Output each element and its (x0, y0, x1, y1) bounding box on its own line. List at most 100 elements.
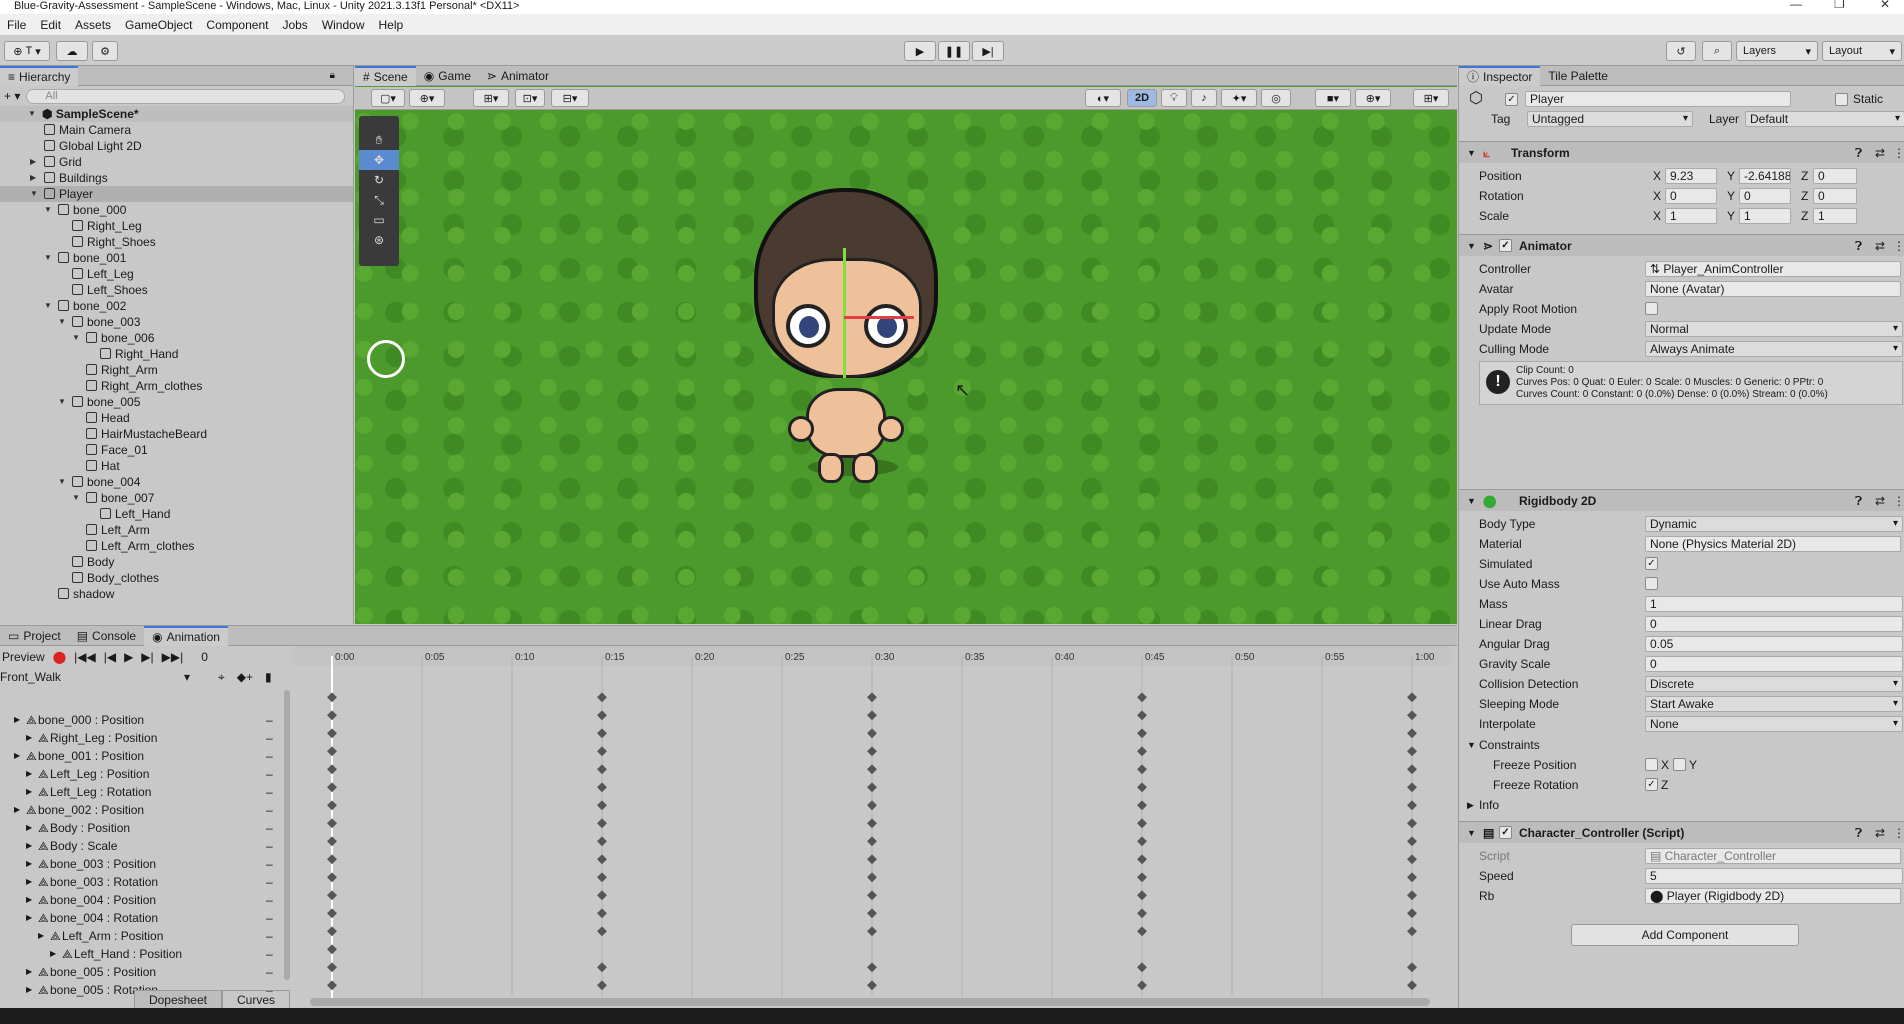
keyframe-marker[interactable] (867, 980, 877, 991)
search-icon[interactable]: ⌕ (1702, 41, 1732, 61)
chevron-right-icon[interactable]: ▶ (14, 801, 20, 819)
tab-animation[interactable]: ◉ Animation (144, 625, 228, 646)
rb-field[interactable]: ⬤ Player (Rigidbody 2D) (1645, 888, 1901, 904)
keyframe-marker[interactable] (327, 926, 337, 937)
minimize-icon[interactable]: — (1790, 0, 1802, 10)
keyframe-marker[interactable] (327, 728, 337, 739)
menu-help[interactable]: Help (372, 18, 411, 32)
static-checkbox[interactable] (1835, 93, 1848, 106)
animation-property-row[interactable]: ▶ ⟁ bone_000 : Position – (0, 711, 290, 729)
remove-icon[interactable]: – (266, 855, 273, 873)
chevron-right-icon[interactable]: ▶ (30, 170, 40, 186)
tab-game[interactable]: ◉ Game (416, 66, 479, 86)
next-key-icon[interactable]: ▶| (141, 650, 153, 664)
hierarchy-item[interactable]: Left_Arm (0, 522, 353, 538)
keyframe-marker[interactable] (867, 782, 877, 793)
animation-property-row[interactable]: ▶ ⟁ bone_002 : Position – (0, 801, 290, 819)
rot-z-field[interactable]: 0 (1813, 188, 1857, 204)
script-header[interactable]: ▼ ▤ ✓ Character_Controller (Script) ❓︎ ⇄… (1459, 821, 1904, 843)
remove-icon[interactable]: – (266, 765, 273, 783)
filter-icon[interactable]: ⌖ (218, 670, 225, 685)
freeze-rot-z-checkbox[interactable]: ✓ (1645, 778, 1658, 791)
keyframe-marker[interactable] (1407, 890, 1417, 901)
hierarchy-item[interactable]: ▼ bone_003 (0, 314, 353, 330)
scale-tool-icon[interactable]: ⤡ (359, 190, 399, 210)
menu-edit[interactable]: Edit (33, 18, 68, 32)
camera-icon[interactable]: ■▾ (1315, 89, 1351, 107)
hierarchy-item[interactable]: ▼ bone_007 (0, 490, 353, 506)
chevron-down-icon[interactable]: ▼ (1467, 822, 1476, 844)
snap-increment-icon[interactable]: ⊡▾ (515, 89, 545, 107)
rigidbody-field[interactable]: 0 (1645, 616, 1903, 632)
tab-animator[interactable]: ⋗ Animator (479, 66, 557, 86)
menu-file[interactable]: File (0, 18, 33, 32)
keyframe-marker[interactable] (1137, 890, 1147, 901)
add-icon[interactable]: + ▾ (4, 89, 20, 103)
rotate-tool-icon[interactable]: ↻ (359, 170, 399, 190)
keyframe-marker[interactable] (1407, 764, 1417, 775)
keyframe-marker[interactable] (1137, 728, 1147, 739)
animation-property-row[interactable]: ▶ ⟁ bone_003 : Position – (0, 855, 290, 873)
avatar-field[interactable]: None (Avatar) (1645, 281, 1901, 297)
menu-icon[interactable]: ⋮ (1893, 822, 1904, 844)
tab-tile-palette[interactable]: Tile Palette (1540, 66, 1616, 86)
chevron-down-icon[interactable]: ▼ (44, 202, 54, 218)
hierarchy-item[interactable]: ▶ Buildings (0, 170, 353, 186)
player-sprite[interactable] (748, 188, 944, 488)
animation-property-row[interactable]: ▶ ⟁ bone_004 : Position – (0, 891, 290, 909)
keyframe-marker[interactable] (1407, 746, 1417, 757)
record-icon[interactable]: ⬤ (53, 650, 66, 664)
keyframe-marker[interactable] (1137, 908, 1147, 919)
keyframe-marker[interactable] (597, 854, 607, 865)
mode-2d-button[interactable]: 2D (1127, 89, 1157, 107)
keyframe-marker[interactable] (327, 908, 337, 919)
keyframe-marker[interactable] (597, 980, 607, 991)
script-enabled-checkbox[interactable]: ✓ (1499, 826, 1512, 839)
keyframe-marker[interactable] (597, 710, 607, 721)
keyframe-marker[interactable] (597, 692, 607, 703)
speed-field[interactable]: 5 (1645, 868, 1903, 884)
culling-mode-dropdown[interactable]: Always Animate (1645, 341, 1903, 357)
close-icon[interactable]: ✕ (1880, 0, 1890, 10)
preset-icon[interactable]: ⇄ (1875, 142, 1885, 164)
transform-header[interactable]: ▼ ⟀ Transform ❓︎ ⇄ ⋮ (1459, 141, 1904, 163)
remove-icon[interactable]: – (266, 819, 273, 837)
hierarchy-search-input[interactable]: All (26, 88, 345, 104)
chevron-down-icon[interactable]: ▼ (72, 330, 82, 346)
keyframe-marker[interactable] (1407, 836, 1417, 847)
animation-property-row[interactable]: ▶ ⟁ bone_003 : Rotation – (0, 873, 290, 891)
hierarchy-item[interactable]: ▼ bone_005 (0, 394, 353, 410)
chevron-down-icon[interactable]: ▼ (44, 250, 54, 266)
keyframe-marker[interactable] (597, 836, 607, 847)
keyframe-marker[interactable] (327, 764, 337, 775)
lighting-icon[interactable]: 💡︎ (1161, 89, 1187, 107)
keyframe-marker[interactable] (327, 944, 337, 955)
frame-field[interactable]: 0 (201, 650, 208, 664)
hierarchy-item[interactable]: Global Light 2D (0, 138, 353, 154)
keyframe-marker[interactable] (1137, 782, 1147, 793)
rigidbody-header[interactable]: ▼ ⬤ Rigidbody 2D ❓︎ ⇄ ⋮ (1459, 489, 1904, 511)
property-scrollbar[interactable] (284, 690, 290, 980)
chevron-right-icon[interactable]: ▶ (38, 927, 44, 945)
curves-tab[interactable]: Curves (221, 990, 290, 1010)
pos-y-field[interactable]: -2.641883 (1739, 168, 1791, 184)
menu-icon[interactable]: ⋮ (1893, 490, 1904, 512)
rigidbody-dropdown[interactable]: Dynamic (1645, 516, 1903, 532)
chevron-right-icon[interactable]: ▶ (26, 891, 32, 909)
animation-property-row[interactable]: ▶ ⟁ Body : Position – (0, 819, 290, 837)
keyframe-marker[interactable] (867, 908, 877, 919)
animation-property-row[interactable]: ▶ ⟁ Right_Leg : Position – (0, 729, 290, 747)
keyframe-marker[interactable] (867, 692, 877, 703)
keyframe-marker[interactable] (1407, 872, 1417, 883)
chevron-right-icon[interactable]: ▶ (1467, 796, 1474, 814)
cloud-icon[interactable]: ☁ (56, 41, 88, 61)
move-gizmo-x-axis[interactable] (844, 316, 914, 319)
keyframe-marker[interactable] (1407, 800, 1417, 811)
remove-icon[interactable]: – (266, 945, 273, 963)
layers-dropdown[interactable]: Layers ▾ (1736, 41, 1818, 61)
chevron-right-icon[interactable]: ▶ (26, 783, 32, 801)
rigidbody-field[interactable]: 0 (1645, 656, 1903, 672)
hierarchy-item[interactable]: Left_Leg (0, 266, 353, 282)
remove-icon[interactable]: – (266, 873, 273, 891)
keyframe-marker[interactable] (1407, 980, 1417, 991)
